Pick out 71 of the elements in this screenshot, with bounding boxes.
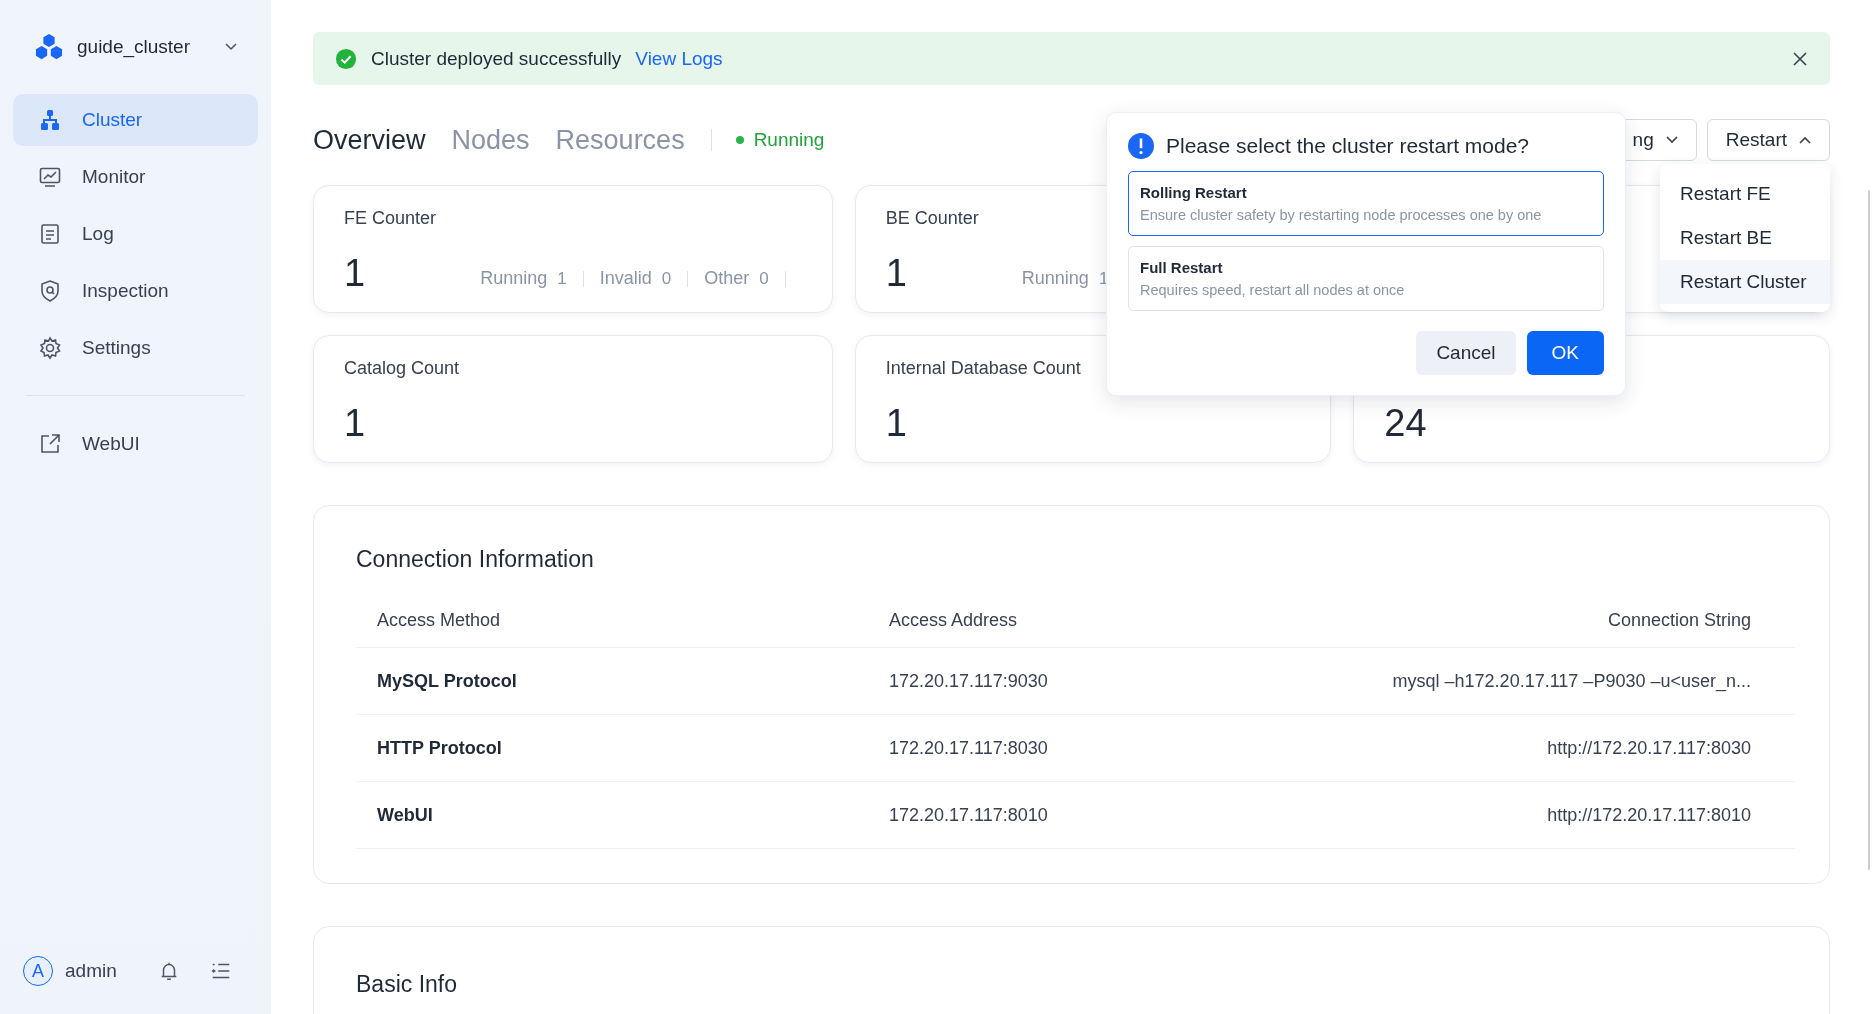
nav-item[interactable]: Settings [13, 322, 258, 374]
scrollbar[interactable] [1868, 190, 1870, 870]
table-cell: MySQL Protocol [356, 647, 888, 715]
nav-item[interactable]: Cluster [13, 94, 258, 146]
alert-message: Cluster deployed successfully [371, 47, 622, 70]
ok-button[interactable]: OK [1526, 331, 1604, 375]
popover-title: Please select the cluster restart mode? [1166, 134, 1529, 158]
card-title: BE Counter [885, 208, 979, 230]
status-dot-icon [735, 136, 744, 144]
card-title: Catalog Count [344, 358, 460, 380]
close-icon[interactable] [1792, 50, 1808, 67]
sitemap-icon [38, 108, 62, 132]
chevron-up-icon [1799, 136, 1811, 144]
breakdown-label: Other [704, 268, 750, 289]
shield-icon [38, 279, 62, 303]
table-cell: http://172.20.17.117:8010 [1146, 781, 1795, 849]
chevron-down-icon [1665, 136, 1678, 144]
menu-item[interactable]: Restart Cluster [1660, 260, 1830, 304]
external-link-icon [38, 432, 62, 456]
success-check-icon [335, 47, 357, 70]
option-description: Ensure cluster safety by restarting node processes one by one [1140, 207, 1543, 223]
option-title: Full Restart [1140, 259, 1224, 276]
card-value: 1 [885, 402, 907, 445]
monitor-chart-icon [38, 165, 62, 189]
nav-item[interactable]: Monitor [13, 151, 258, 203]
user-name: admin [65, 960, 118, 982]
breakdown-value: 0 [661, 268, 672, 289]
restart-option[interactable]: Rolling Restart Ensure cluster safety by restarting node processes one by one [1128, 171, 1604, 236]
document-icon [38, 222, 62, 246]
card-title: FE Counter [344, 208, 437, 230]
table-cell: WebUI [356, 781, 888, 849]
breakdown-label: Running [1021, 268, 1089, 289]
card-title: Internal Database Count [885, 358, 1081, 380]
option-title: Rolling Restart [1140, 184, 1248, 201]
cubes-logo-icon [34, 33, 64, 61]
user-avatar[interactable]: A [23, 956, 53, 986]
table-cell: HTTP Protocol [356, 714, 888, 782]
column-header: Access Method [356, 593, 888, 648]
table-cell: 172.20.17.117:8030 [888, 714, 1147, 782]
section-title: Connection Information [356, 546, 595, 573]
card-value: 1 [885, 252, 907, 295]
tab[interactable]: Overview [313, 124, 426, 156]
cancel-button[interactable]: Cancel [1416, 331, 1516, 375]
breakdown-value: 0 [759, 268, 769, 289]
settings-icon [38, 336, 62, 360]
menu-item[interactable]: Restart FE [1660, 172, 1830, 216]
info-icon [1128, 133, 1154, 159]
column-header: Connection String [1146, 593, 1795, 648]
card-value: 24 [1384, 402, 1427, 445]
column-header: Access Address [888, 593, 1147, 648]
nav-item[interactable]: Log [13, 208, 258, 260]
option-description: Requires speed, restart all nodes at once [1140, 282, 1406, 298]
table-cell: 172.20.17.117:9030 [888, 647, 1147, 715]
status-label: Running [753, 129, 825, 151]
breakdown-label: Invalid [599, 268, 652, 289]
breakdown-label: Running [480, 268, 548, 289]
restart-option[interactable]: Full Restart Requires speed, restart all nodes at once [1128, 246, 1604, 311]
card-value: 1 [344, 402, 366, 445]
section-title: Basic Info [356, 971, 458, 998]
dropdown-button[interactable]: Restart [1706, 119, 1830, 161]
cluster-switcher[interactable]: guide_cluster [13, 0, 258, 62]
menu-item[interactable]: Restart BE [1660, 216, 1830, 260]
table-cell: mysql –h172.20.17.117 –P9030 –u<user_n... [1146, 647, 1795, 715]
chevron-down-icon [225, 43, 237, 51]
webui-link[interactable]: WebUI [13, 418, 258, 470]
nav-item[interactable]: Inspection [13, 265, 258, 317]
card-value: 1 [344, 252, 366, 295]
view-logs-link[interactable]: View Logs [635, 47, 723, 70]
table-cell: http://172.20.17.117:8030 [1146, 714, 1795, 782]
breakdown-value: 1 [557, 268, 567, 289]
table-cell: 172.20.17.117:8010 [888, 781, 1147, 849]
